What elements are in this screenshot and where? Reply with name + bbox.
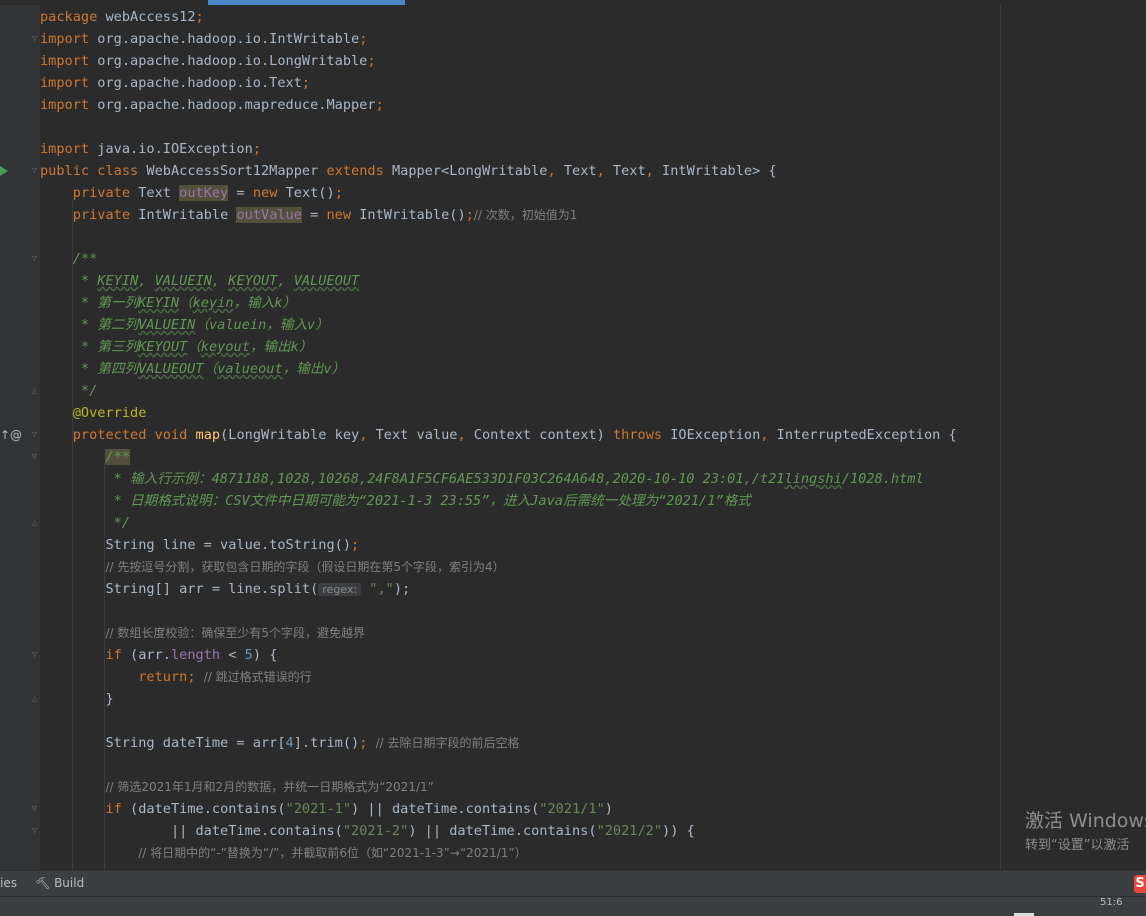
code-line: // 先按逗号分割，获取包含日期的字段（假设日期在第5个字段，索引为4） [105, 560, 505, 574]
active-tab-indicator [208, 0, 405, 5]
code-line: package webAccess12; [40, 9, 204, 25]
code-line: if (dateTime.contains("2021-1") || dateT… [105, 801, 613, 817]
code-line: // 数组长度校验：确保至少有5个字段，避免越界 [105, 626, 366, 640]
fold-marker-icon[interactable]: △ [30, 519, 39, 528]
code-line: import org.apache.hadoop.io.Text; [40, 75, 311, 91]
activation-watermark-subtitle: 转到“设置”以激活 [1025, 838, 1130, 853]
code-line: */ [40, 515, 131, 531]
editor-tab-strip [0, 0, 1146, 5]
fold-marker-icon[interactable]: ▽ [30, 167, 39, 176]
code-line: * 输入行示例：4871188,1028,10268,24F8A1F5CF6AE… [40, 471, 924, 487]
code-line: import org.apache.hadoop.io.LongWritable… [40, 53, 376, 69]
code-line: import org.apache.hadoop.mapreduce.Mappe… [40, 97, 384, 113]
code-line: import java.io.IOException; [40, 141, 261, 157]
code-line: if (arr.length < 5) { [105, 647, 278, 663]
fold-marker-icon[interactable]: ▽ [30, 453, 39, 462]
code-line: /** [105, 449, 131, 465]
code-line: private IntWritable outValue = new IntWr… [72, 207, 578, 223]
code-line: * 第一列KEYIN（keyin，输入k） [40, 295, 297, 311]
code-line: */ [40, 383, 98, 399]
code-line: public class WebAccessSort12Mapper exten… [40, 163, 777, 179]
code-line: /** [40, 251, 98, 267]
code-line: } [40, 691, 114, 707]
caret-position[interactable]: 51:6 [1100, 897, 1122, 909]
code-line: protected void map(LongWritable key, Tex… [72, 427, 957, 443]
tool-window-bar: ies 🔨︎ Build S [0, 870, 1146, 897]
code-line: || dateTime.contains("2021-2") || dateTi… [40, 823, 695, 839]
fold-marker-icon[interactable]: ▽ [30, 35, 39, 44]
code-line: * 第二列VALUEIN（valuein，输入v） [40, 317, 329, 333]
code-line: import org.apache.hadoop.io.IntWritable; [40, 31, 368, 47]
input-method-icon[interactable]: S [1134, 875, 1146, 893]
fold-marker-icon[interactable]: ▽ [30, 431, 39, 440]
override-marker-icon[interactable]: ↑@ [0, 428, 22, 442]
tool-window-tab-truncated[interactable]: ies [0, 876, 17, 890]
fold-marker-icon[interactable]: ▽ [30, 255, 39, 264]
fold-marker-icon[interactable]: ▽ [30, 827, 39, 836]
fold-marker-icon[interactable]: ▽ [30, 651, 39, 660]
fold-marker-icon[interactable]: △ [30, 387, 39, 396]
code-line: return; // 跳过格式错误的行 [138, 669, 312, 685]
code-line: * KEYIN, VALUEIN, KEYOUT, VALUEOUT [40, 273, 360, 289]
code-line: String dateTime = arr[4].trim(); // 去除日期… [40, 735, 520, 751]
code-line: String[] arr = line.split(regex: ","); [40, 581, 411, 597]
fold-marker-icon[interactable]: ▽ [30, 805, 39, 814]
parameter-hint: regex: [318, 583, 362, 596]
code-line: * 第四列VALUEOUT（valueout，输出v） [40, 361, 346, 377]
hammer-icon: 🔨︎ [35, 876, 51, 890]
code-editor[interactable]: package webAccess12; import org.apache.h… [40, 6, 1000, 878]
code-line: * 第三列KEYOUT（keyout，输出k） [40, 339, 313, 355]
right-margin-guide [1000, 5, 1001, 870]
status-bar: 51:6 [0, 896, 1146, 916]
code-line: * 日期格式说明：CSV文件中日期可能为“2021-1-3 23:55”，进入J… [40, 493, 751, 509]
code-line: // 筛选2021年1月和2月的数据，并统一日期格式为“2021/1” [105, 780, 434, 794]
code-line: @Override [72, 405, 147, 421]
build-tab-label: Build [54, 876, 85, 890]
activation-watermark-title: 激活 Windows [1025, 810, 1146, 832]
code-line: // 将日期中的“-”替换为“/”，并截取前6位（如“2021-1-3”→“20… [138, 846, 527, 860]
run-gutter-icon[interactable] [0, 166, 8, 176]
tool-window-tab-build[interactable]: 🔨︎ Build [35, 876, 84, 890]
code-line: private Text outKey = new Text(); [72, 185, 343, 201]
code-line: String line = value.toString(); [40, 537, 360, 553]
fold-marker-icon[interactable]: △ [30, 695, 39, 704]
